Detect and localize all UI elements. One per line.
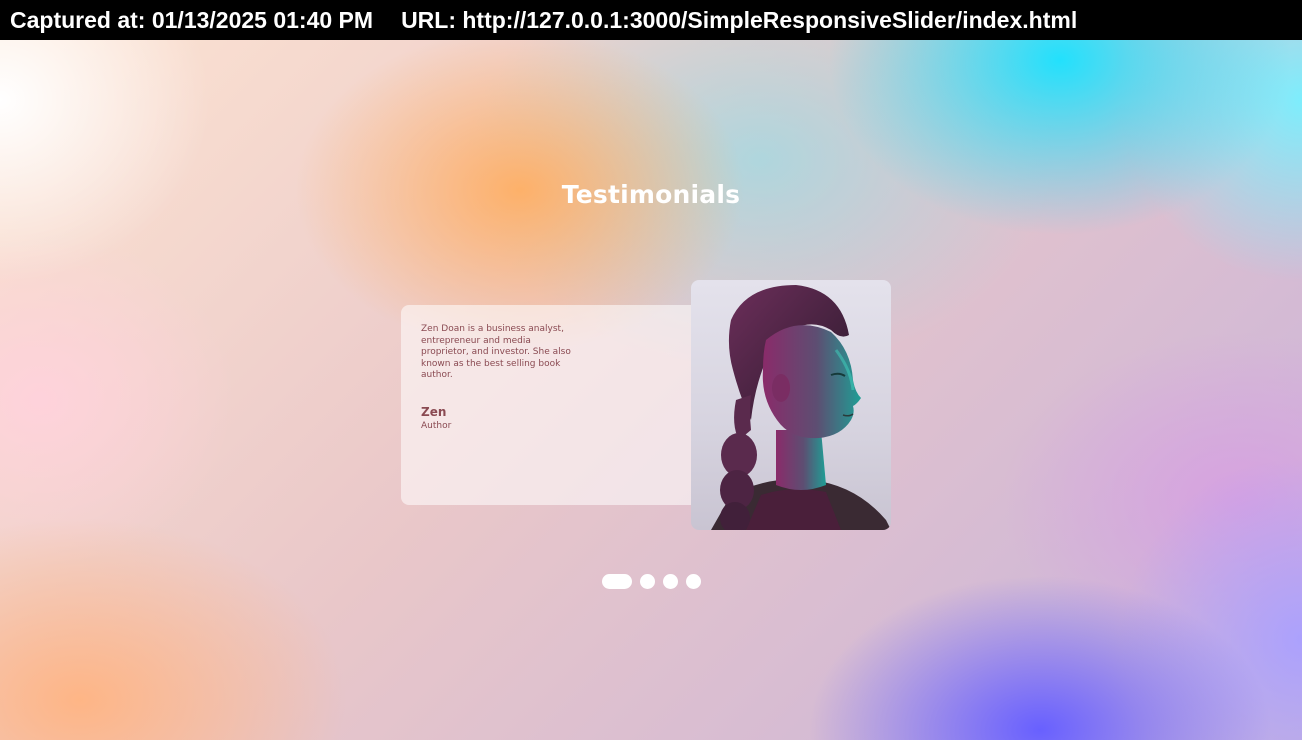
- testimonial-quote: Zen Doan is a business analyst, entrepre…: [421, 324, 571, 380]
- page-title: Testimonials: [561, 180, 741, 209]
- capture-info-bar: Captured at: 01/13/2025 01:40 PM URL: htt…: [0, 0, 1302, 40]
- url-label: URL: http://127.0.0.1:3000/SimpleRespons…: [401, 7, 1078, 33]
- portrait-woman-icon: [691, 280, 891, 530]
- captured-at-label: Captured at: 01/13/2025 01:40 PM: [10, 7, 374, 33]
- testimonial-card: Zen Doan is a business analyst, entrepre…: [401, 305, 721, 505]
- pagination-dot-2[interactable]: [640, 573, 655, 589]
- testimonial-role: Author: [421, 420, 452, 431]
- pagination-dot-3[interactable]: [663, 573, 678, 589]
- pagination-dot-1[interactable]: [602, 573, 632, 589]
- testimonial-name: Zen: [421, 404, 447, 419]
- pagination-dot-4[interactable]: [686, 573, 701, 589]
- slider-page: Testimonials Zen Doan is a business anal…: [0, 40, 1302, 740]
- slider-pagination: [602, 573, 701, 589]
